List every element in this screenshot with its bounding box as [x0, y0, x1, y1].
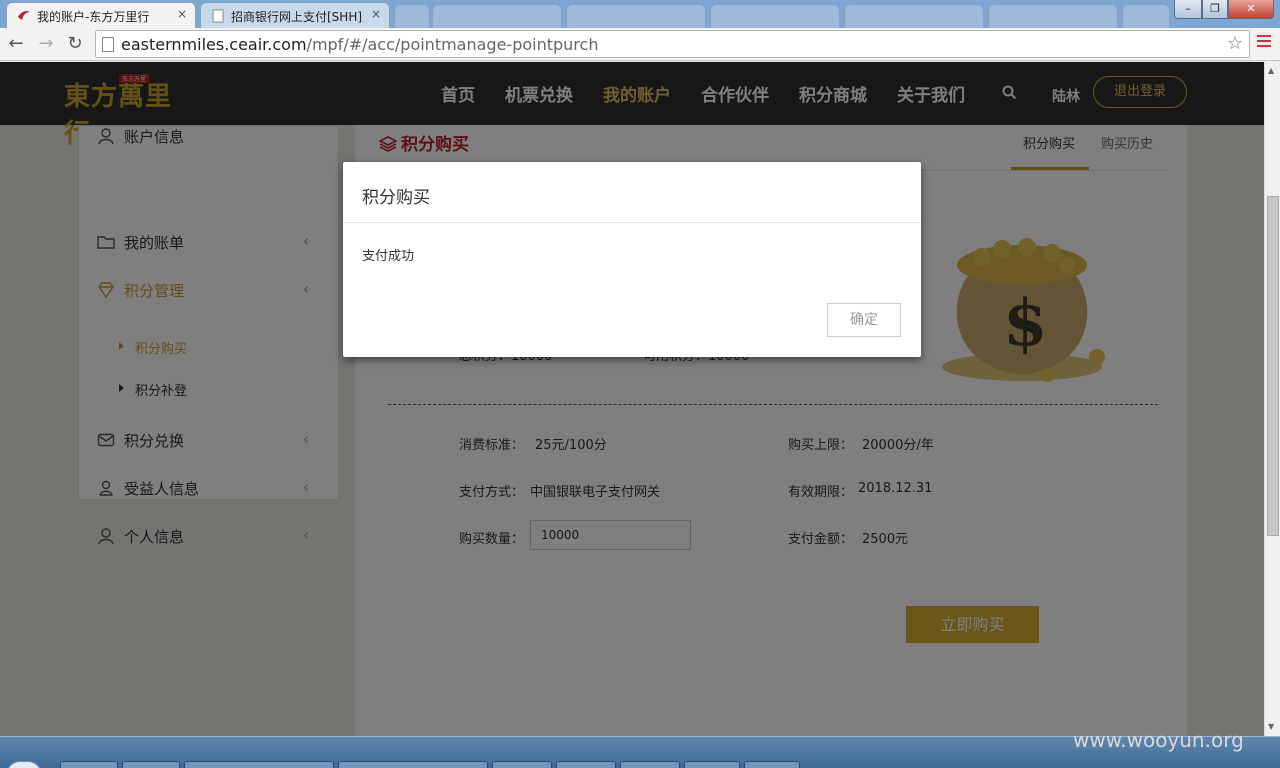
taskbar-app[interactable]: [122, 761, 180, 768]
watermark: www.wooyun.org: [1073, 728, 1244, 752]
background-tab[interactable]: [566, 4, 706, 28]
browser-menu-icon[interactable]: [1257, 35, 1271, 51]
bookmark-star-icon[interactable]: ☆: [1227, 33, 1243, 54]
background-tab[interactable]: [844, 4, 984, 28]
browser-tab-cmb-pay[interactable]: 招商银行网上支付[SHH] ×: [200, 2, 390, 28]
browser-tab-account[interactable]: 我的账户-东方万里行 ×: [6, 2, 196, 28]
new-tab-button[interactable]: [394, 4, 430, 28]
start-button[interactable]: [6, 761, 42, 768]
tab-close-icon[interactable]: ×: [177, 7, 187, 21]
page-scrollbar[interactable]: ▲ ▼: [1264, 62, 1280, 736]
close-window-button[interactable]: ✕: [1228, 0, 1274, 19]
dialog-ok-button[interactable]: 确定: [827, 303, 901, 337]
ceair-favicon-icon: [18, 11, 30, 20]
minimize-button[interactable]: –: [1174, 0, 1202, 19]
browser-tab-title: 招商银行网上支付[SHH]: [231, 10, 363, 24]
back-button[interactable]: ←: [4, 32, 28, 56]
forward-button[interactable]: →: [34, 32, 58, 56]
taskbar-app[interactable]: [492, 761, 552, 768]
taskbar-app[interactable]: [556, 761, 616, 768]
site-viewport: 東方萬里行 东方万里 首页 机票兑换 我的账户 合作伙伴 积分商城 关于我们 陆…: [0, 62, 1264, 736]
browser-tab-bar: 我的账户-东方万里行 × 招商银行网上支付[SHH] × – ❐ ✕: [0, 0, 1280, 28]
background-tab[interactable]: [1122, 4, 1170, 28]
page-icon: [102, 37, 114, 52]
browser-toolbar: ← → ↻ easternmiles.ceair.com/mpf/#/acc/p…: [0, 28, 1280, 61]
background-tab[interactable]: [988, 4, 1118, 28]
payment-result-dialog: 积分购买 支付成功 确定: [343, 162, 921, 357]
scroll-thumb[interactable]: [1267, 196, 1279, 536]
tab-close-icon[interactable]: ×: [371, 7, 381, 21]
address-bar[interactable]: easternmiles.ceair.com/mpf/#/acc/pointma…: [95, 30, 1250, 58]
taskbar-app[interactable]: [620, 761, 680, 768]
scroll-down-icon[interactable]: ▼: [1268, 722, 1274, 731]
dialog-divider: [343, 222, 921, 223]
background-tab[interactable]: [710, 4, 840, 28]
url-text: easternmiles.ceair.com/mpf/#/acc/pointma…: [121, 35, 599, 54]
page-icon: [212, 9, 224, 23]
taskbar-app[interactable]: [184, 761, 334, 768]
background-tab[interactable]: [432, 4, 562, 28]
dialog-title: 积分购买: [362, 188, 430, 208]
taskbar-app[interactable]: [60, 761, 118, 768]
taskbar-app[interactable]: [744, 761, 800, 768]
browser-tab-title: 我的账户-东方万里行: [37, 10, 150, 24]
scroll-up-icon[interactable]: ▲: [1268, 66, 1274, 75]
dialog-message: 支付成功: [362, 249, 415, 264]
taskbar-app[interactable]: [338, 761, 488, 768]
restore-button[interactable]: ❐: [1202, 0, 1228, 19]
taskbar-app[interactable]: [684, 761, 740, 768]
reload-button[interactable]: ↻: [63, 32, 87, 56]
